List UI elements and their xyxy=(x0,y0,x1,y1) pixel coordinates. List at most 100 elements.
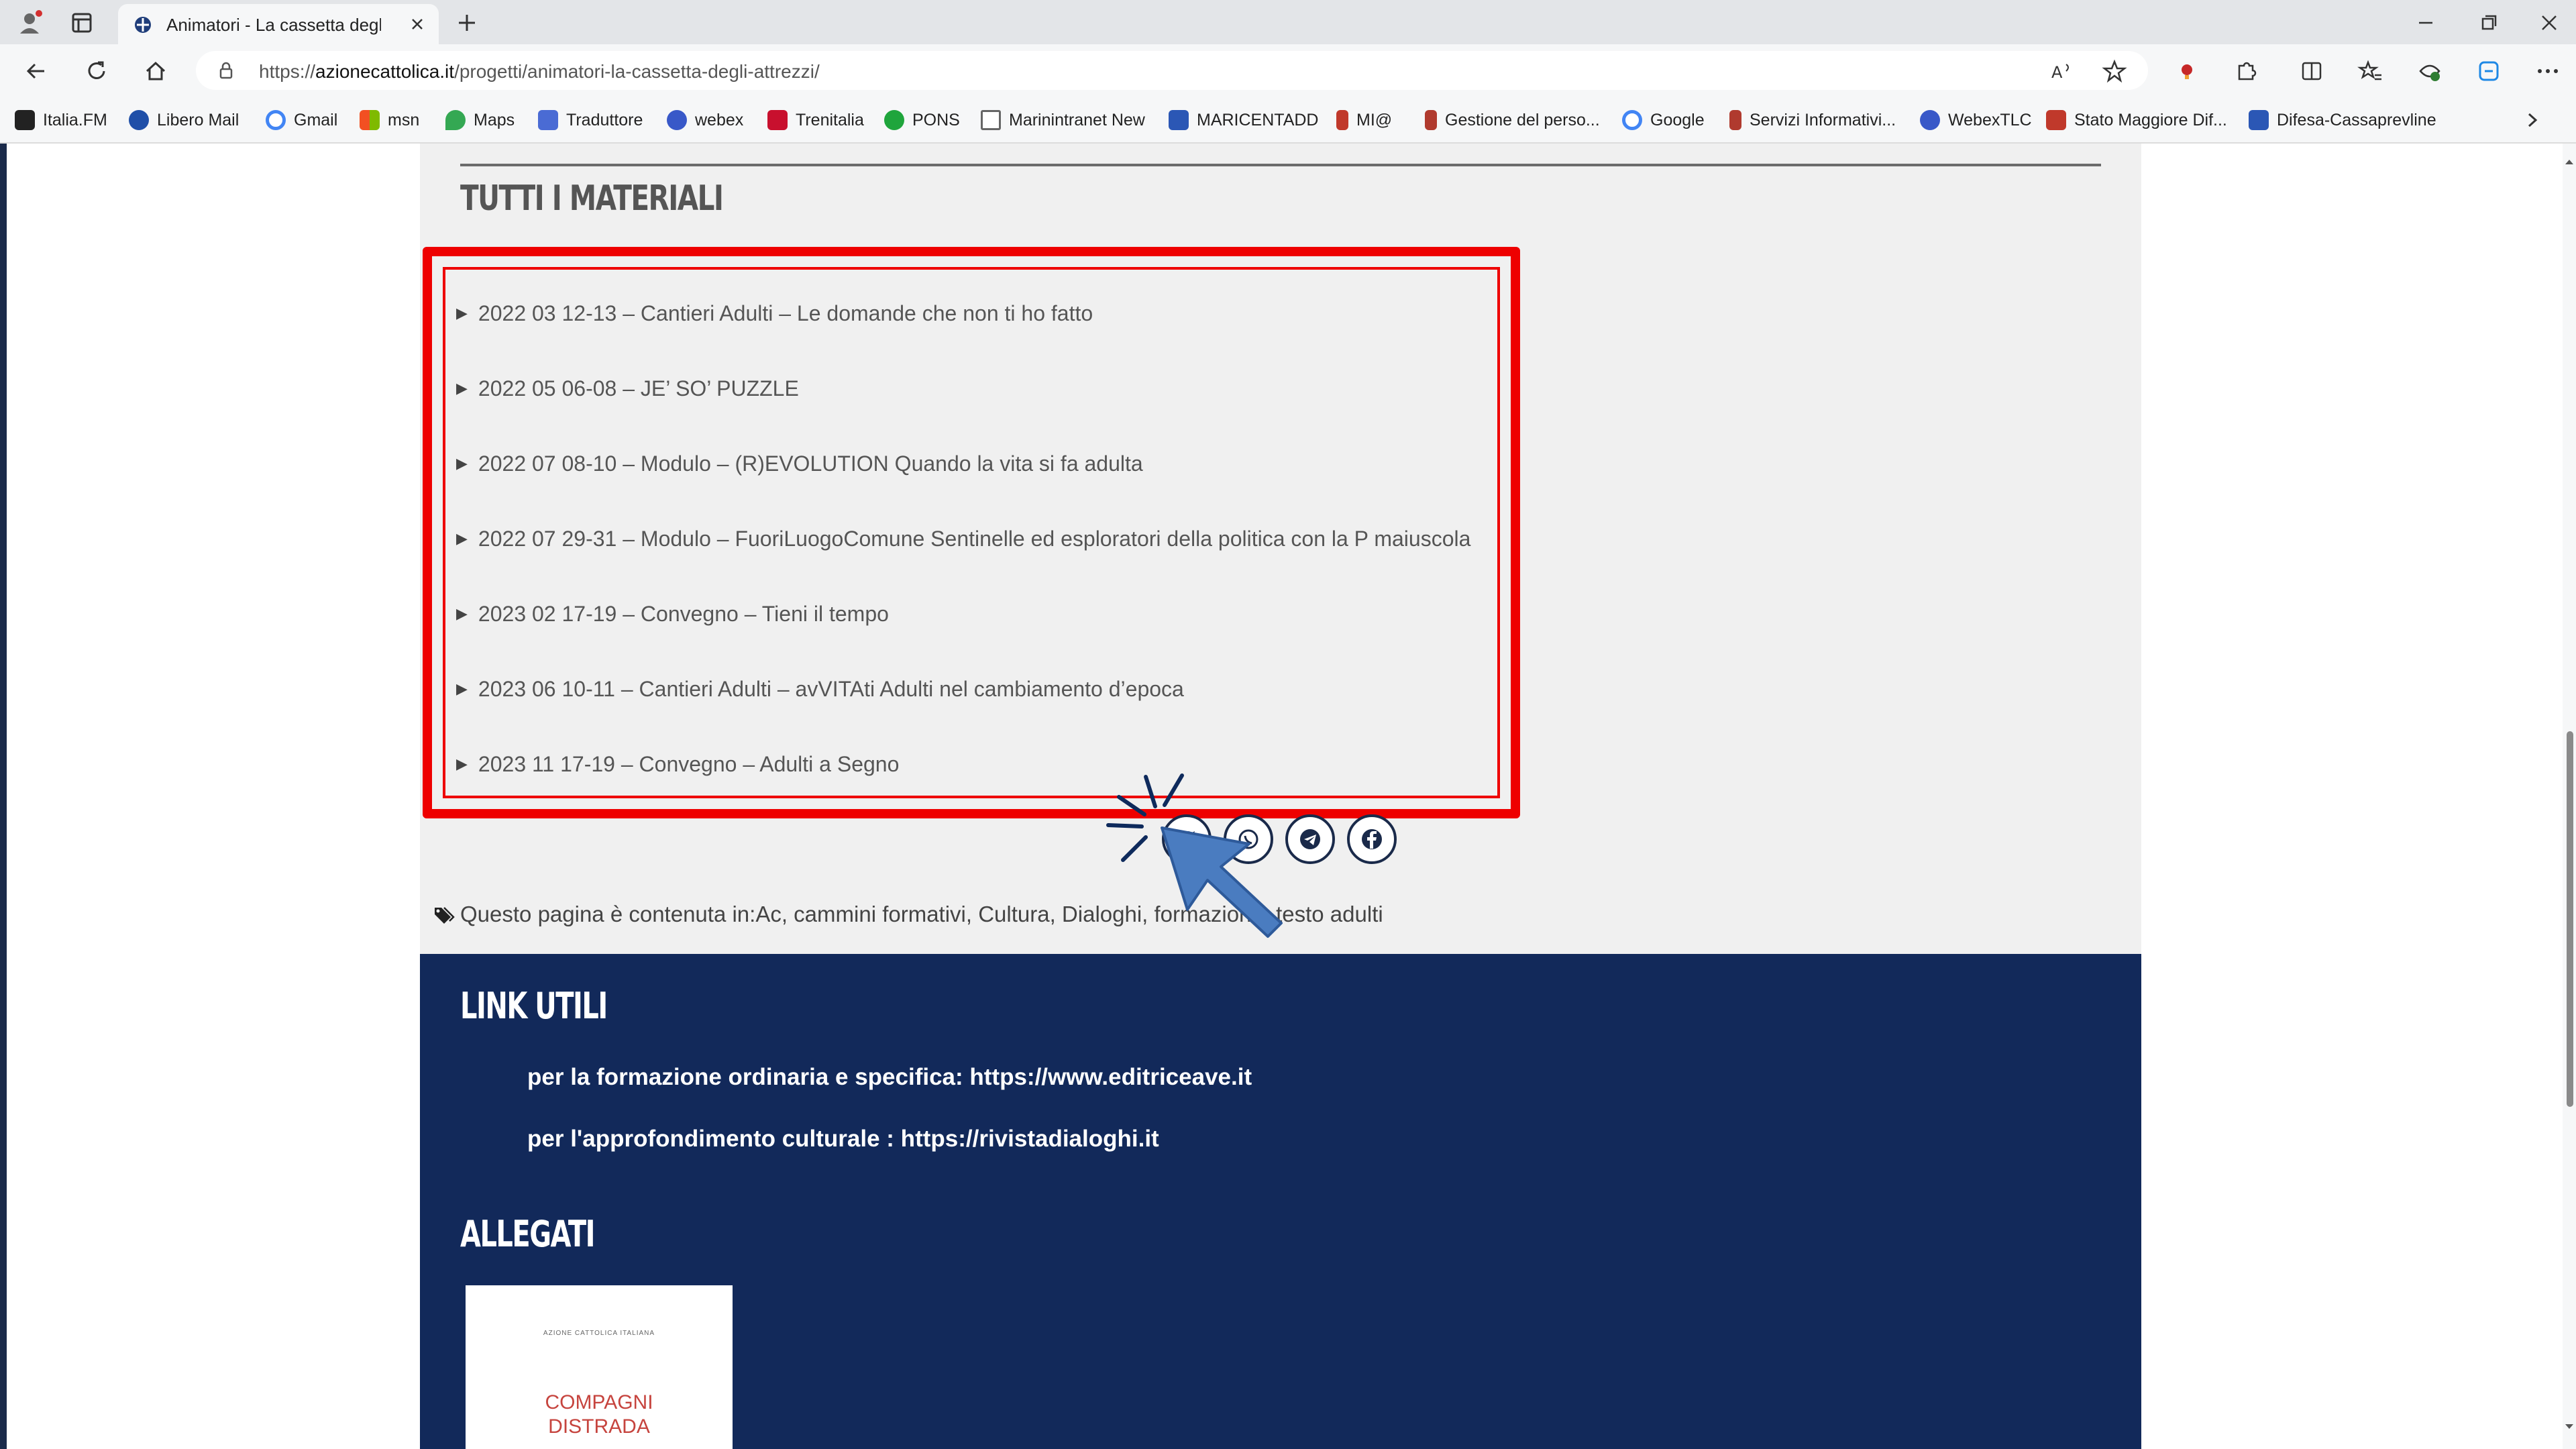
material-label: 2023 06 10-11 – Cantieri Adulti – avVITA… xyxy=(478,676,1184,701)
material-item[interactable]: ▶ 2022 07 29-31 – Modulo – FuoriLuogoComu… xyxy=(456,522,1470,555)
reload-icon[interactable] xyxy=(82,56,111,86)
bookmark-traduttore[interactable]: Traduttore xyxy=(538,107,643,133)
disclosure-triangle-icon: ▶ xyxy=(456,380,468,396)
rivistadialoghi-link[interactable]: per l'approfondimento culturale : https:… xyxy=(527,1126,1159,1152)
webex-icon xyxy=(667,110,687,130)
back-icon[interactable] xyxy=(21,56,51,86)
material-item[interactable]: ▶ 2022 03 12-13 – Cantieri Adulti – Le do… xyxy=(456,297,1093,330)
bookmark-label: PONS xyxy=(912,110,960,129)
bookmark-google[interactable]: Google xyxy=(1622,107,1705,133)
bookmark-pons[interactable]: PONS xyxy=(884,107,960,133)
disclosure-triangle-icon: ▶ xyxy=(456,305,468,321)
bookmarks-bar: Italia.FM Libero Mail Gmail msn Maps Tra… xyxy=(0,97,2576,144)
link-utili-title: LINK UTILI xyxy=(460,985,608,1027)
material-item[interactable]: ▶ 2022 05 06-08 – JE’ SO’ PUZZLE xyxy=(456,372,799,405)
bookmark-label: webex xyxy=(695,110,744,129)
material-label: 2022 07 08-10 – Modulo – (R)EVOLUTION Qu… xyxy=(478,451,1143,476)
google-g-icon xyxy=(1622,110,1642,130)
material-item[interactable]: ▶ 2022 07 08-10 – Modulo – (R)EVOLUTION Q… xyxy=(456,447,1143,480)
bookmark-label: Servizi Informativi... xyxy=(1750,110,1896,129)
bookmark-maricentadd[interactable]: MARICENTADD xyxy=(1169,107,1318,133)
bookmark-mia[interactable]: MI@ xyxy=(1336,107,1392,133)
bookmark-label: Difesa-Cassaprevline xyxy=(2277,110,2436,129)
material-label: 2022 05 06-08 – JE’ SO’ PUZZLE xyxy=(478,376,799,400)
maricentadd-icon xyxy=(1169,110,1189,130)
more-menu-icon[interactable] xyxy=(2533,56,2563,86)
bookmark-msn[interactable]: msn xyxy=(360,107,419,133)
material-item[interactable]: ▶ 2023 06 10-11 – Cantieri Adulti – avVIT… xyxy=(456,672,1184,706)
servizi-icon xyxy=(1729,110,1741,130)
address-bar[interactable]: https://azionecattolica.it/progetti/anim… xyxy=(196,51,2148,90)
bookmark-italia-fm[interactable]: Italia.FM xyxy=(15,107,107,133)
bookmark-difesa-cassaprevline[interactable]: Difesa-Cassaprevline xyxy=(2249,107,2436,133)
browser-titlebar: Animatori - La cassetta degli attrezzi xyxy=(0,0,2576,44)
close-window-icon[interactable] xyxy=(2536,9,2563,36)
section-divider xyxy=(460,164,2101,166)
browser-essentials-icon[interactable] xyxy=(2415,56,2445,86)
bookmark-webextlc[interactable]: WebexTLC xyxy=(1920,107,2032,133)
chevron-right-icon[interactable] xyxy=(2522,110,2542,130)
home-icon[interactable] xyxy=(141,56,170,86)
trenitalia-icon xyxy=(767,110,788,130)
bookmark-webex[interactable]: webex xyxy=(667,107,743,133)
facebook-share-button[interactable] xyxy=(1347,814,1397,864)
msn-icon xyxy=(360,110,380,130)
url-path: /progetti/animatori-la-cassetta-degli-at… xyxy=(454,61,820,82)
new-tab-icon[interactable] xyxy=(453,9,480,36)
lock-icon[interactable] xyxy=(216,60,236,80)
bookmark-label: MI@ xyxy=(1356,110,1393,129)
bookmark-label: WebexTLC xyxy=(1948,110,2032,129)
tags-icon xyxy=(435,907,455,924)
scroll-down-icon[interactable] xyxy=(2564,1421,2575,1432)
vertical-scrollbar[interactable] xyxy=(2563,144,2576,1449)
disclosure-triangle-icon: ▶ xyxy=(456,530,468,547)
page-footer: LINK UTILI per la formazione ordinaria e… xyxy=(420,954,2141,1449)
material-label: 2023 02 17-19 – Convegno – Tieni il temp… xyxy=(478,601,889,626)
favorite-star-icon[interactable] xyxy=(2100,56,2129,86)
disclosure-triangle-icon: ▶ xyxy=(456,755,468,772)
url-host: azionecattolica.it xyxy=(315,61,455,82)
bookmark-gestione-personale[interactable]: Gestione del perso... xyxy=(1425,107,1600,133)
bookmark-stato-maggiore[interactable]: Stato Maggiore Dif... xyxy=(2046,107,2227,133)
window-edge xyxy=(0,144,7,1449)
split-screen-icon[interactable] xyxy=(2297,56,2326,86)
bookmark-maps[interactable]: Maps xyxy=(445,107,515,133)
tab-actions-icon[interactable] xyxy=(67,8,97,38)
page-viewport: TUTTI I MATERIALI ▶ 2022 03 12-13 – Canti… xyxy=(0,144,2563,1449)
facebook-icon xyxy=(1362,829,1382,849)
tab-animatori[interactable]: Animatori - La cassetta degli attrezzi xyxy=(118,4,439,44)
url-text[interactable]: https://azionecattolica.it/progetti/anim… xyxy=(259,61,820,83)
bookmark-label: Stato Maggiore Dif... xyxy=(2074,110,2227,129)
close-tab-icon[interactable] xyxy=(408,15,427,34)
bookmark-libero-mail[interactable]: Libero Mail xyxy=(129,107,239,133)
webex-icon xyxy=(1920,110,1940,130)
stato-maggiore-icon xyxy=(2046,110,2066,130)
material-item[interactable]: ▶ 2023 11 17-19 – Convegno – Adulti a Seg… xyxy=(456,747,899,781)
material-item[interactable]: ▶ 2023 02 17-19 – Convegno – Tieni il tem… xyxy=(456,597,889,631)
bookmark-gmail[interactable]: Gmail xyxy=(266,107,337,133)
minimize-icon[interactable] xyxy=(2412,9,2439,36)
bookmark-trenitalia[interactable]: Trenitalia xyxy=(767,107,864,133)
copilot-icon[interactable] xyxy=(2474,56,2504,86)
bookmark-marinintranet[interactable]: Marinintranet New xyxy=(981,107,1145,133)
tab-title: Animatori - La cassetta degli attrezzi xyxy=(166,15,381,35)
restore-icon[interactable] xyxy=(2475,9,2502,36)
bookmark-label: Google xyxy=(1650,110,1705,129)
editriceave-link[interactable]: per la formazione ordinaria e specifica:… xyxy=(527,1064,1252,1091)
disclosure-triangle-icon: ▶ xyxy=(456,455,468,472)
favorites-icon[interactable] xyxy=(2356,56,2385,86)
extension-red-icon[interactable] xyxy=(2172,56,2202,86)
google-g-icon xyxy=(266,110,286,130)
allegati-title: ALLEGATI xyxy=(460,1213,596,1255)
bookmark-servizi-informativi[interactable]: Servizi Informativi... xyxy=(1729,107,1896,133)
scroll-thumb[interactable] xyxy=(2567,731,2573,1107)
material-label: 2023 11 17-19 – Convegno – Adulti a Segn… xyxy=(478,751,900,776)
svg-text:A: A xyxy=(2051,63,2063,82)
attachment-thumbnail[interactable]: AZIONE CATTOLICA ITALIANA COMPAGNI DISTR… xyxy=(466,1285,733,1449)
gestione-icon xyxy=(1425,110,1437,130)
extensions-puzzle-icon[interactable] xyxy=(2231,56,2261,86)
bookmark-label: Trenitalia xyxy=(796,110,864,129)
scroll-up-icon[interactable] xyxy=(2564,157,2575,168)
read-aloud-icon[interactable]: A xyxy=(2047,56,2077,86)
profile-icon[interactable] xyxy=(15,8,44,38)
